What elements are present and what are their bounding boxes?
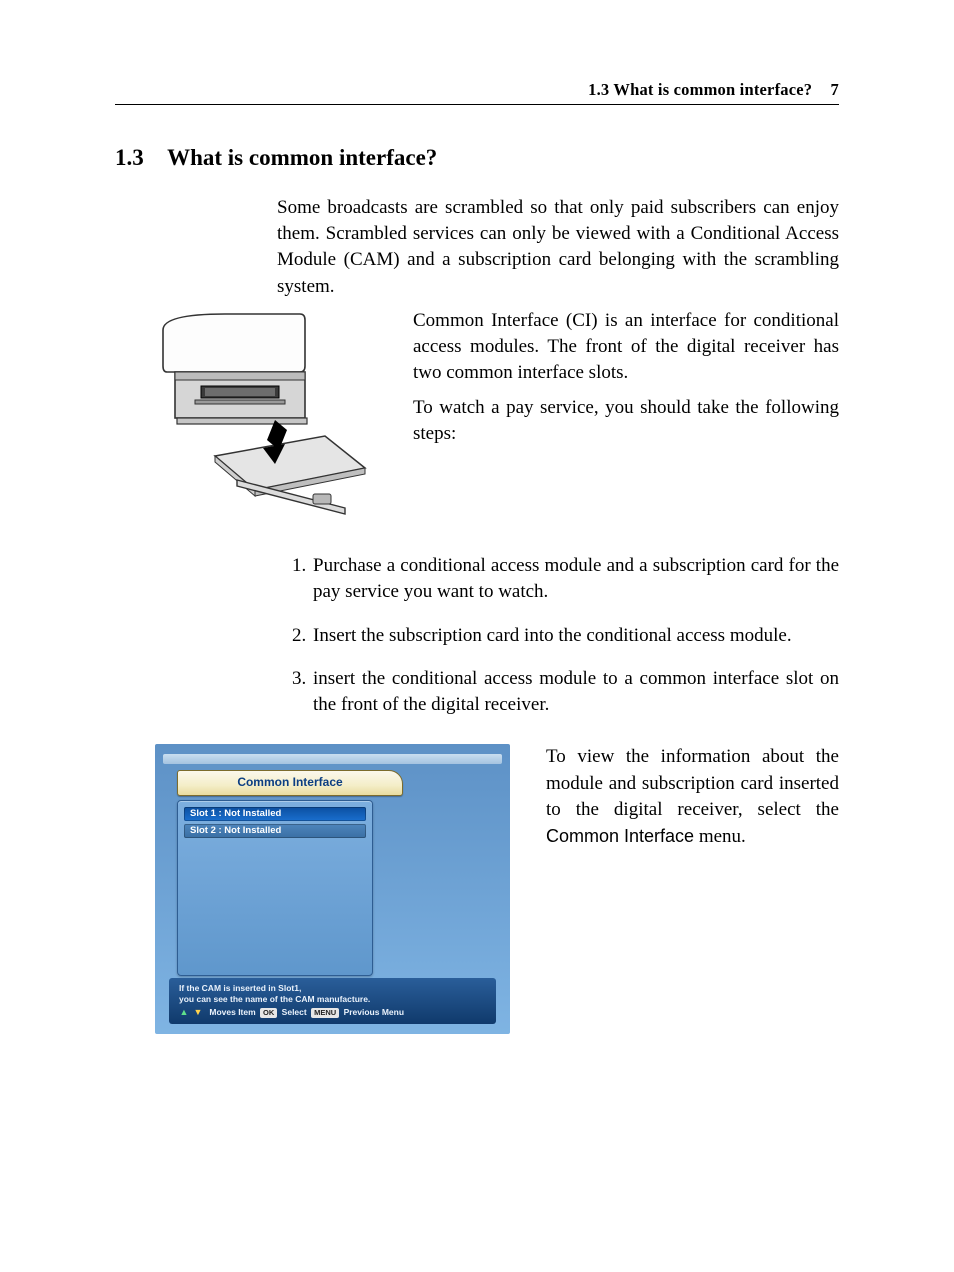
ci-help-line2: you can see the name of the CAM manufact…: [179, 994, 486, 1005]
menu-name: Common Interface: [546, 826, 694, 846]
ci-menu-screenshot: Common Interface Slot 1 : Not Installed …: [155, 744, 510, 1034]
arrow-up-icon: ▲: [179, 1007, 189, 1018]
step-item: Purchase a conditional access module and…: [311, 553, 839, 605]
steps-lead: To watch a pay service, you should take …: [413, 395, 839, 447]
device-illustration: [155, 308, 385, 523]
ci-nav-hints: ▲ ▼ Moves Item OK Select MENU Previous Me…: [179, 1007, 486, 1018]
ci-slot-1[interactable]: Slot 1 : Not Installed: [184, 807, 366, 821]
ci-slot-2[interactable]: Slot 2 : Not Installed: [184, 824, 366, 838]
section-heading: 1.3 What is common interface?: [115, 145, 839, 171]
menu-pill: MENU: [311, 1008, 339, 1017]
view-info-post: menu.: [694, 826, 746, 847]
intro-text: Some broadcasts are scrambled so that on…: [277, 195, 839, 300]
ci-title-tab: Common Interface: [177, 770, 403, 796]
page-number: 7: [831, 80, 839, 99]
running-head: 1.3 What is common interface? 7: [115, 80, 839, 105]
ci-description: Common Interface (CI) is an interface fo…: [413, 308, 839, 387]
nav-select: Select: [282, 1007, 307, 1017]
ci-slot-panel: Slot 1 : Not Installed Slot 2 : Not Inst…: [177, 800, 373, 976]
step-item: Insert the subscription card into the co…: [311, 623, 839, 649]
nav-prev: Previous Menu: [344, 1007, 404, 1017]
ci-help-bar: If the CAM is inserted in Slot1, you can…: [169, 978, 496, 1024]
ci-topbar: [163, 754, 502, 764]
ci-help-line1: If the CAM is inserted in Slot1,: [179, 983, 486, 994]
view-info-pre: To view the information about the module…: [546, 746, 839, 820]
step-item: insert the conditional access module to …: [311, 666, 839, 718]
running-head-title: 1.3 What is common interface?: [588, 80, 812, 99]
ok-pill: OK: [260, 1008, 277, 1017]
nav-moves: Moves Item: [209, 1007, 255, 1017]
steps-list: Purchase a conditional access module and…: [277, 553, 839, 718]
section-number: 1.3: [115, 145, 144, 170]
arrow-down-icon: ▼: [193, 1007, 203, 1018]
view-info-paragraph: To view the information about the module…: [546, 744, 839, 850]
section-title: What is common interface?: [167, 145, 437, 170]
intro-paragraph: Some broadcasts are scrambled so that on…: [277, 195, 839, 300]
